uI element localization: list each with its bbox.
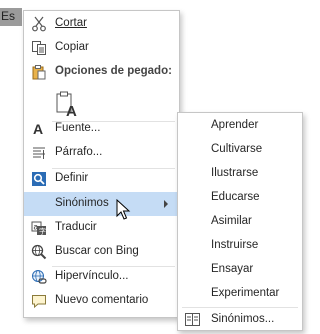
synonym-label: Experimentar (211, 287, 280, 299)
menu-item-label: Fuente... (55, 122, 101, 134)
font-icon: A (33, 121, 44, 137)
synonym-label: Ensayar (211, 263, 254, 275)
clipboard-icon (32, 65, 46, 80)
menu-item-search-bing[interactable]: Buscar con Bing (24, 240, 179, 264)
menu-item-label: Definir (55, 172, 89, 184)
synonym-item[interactable]: Ensayar (178, 258, 302, 282)
menu-item-label: Traducir (55, 221, 97, 233)
menu-item-label: Sinónimos (55, 197, 109, 209)
paste-options-title: Opciones de pegado: (55, 65, 172, 77)
menu-item-label: Nuevo comentario (55, 294, 149, 306)
synonyms-submenu: Aprender Cultivarse Ilustrarse Educarse … (177, 112, 303, 331)
menu-item-define[interactable]: Definir (24, 167, 179, 191)
synonym-label: Asimilar (211, 215, 252, 227)
copy-icon (32, 41, 46, 55)
link-icon (32, 270, 47, 284)
menu-item-label: Copiar (55, 41, 89, 53)
synonym-label: Instruirse (211, 239, 259, 251)
synonym-label: Educarse (211, 191, 260, 203)
menu-item-label: Párrafo... (55, 146, 103, 158)
synonym-item[interactable]: Asimilar (178, 210, 302, 234)
synonym-item[interactable]: Educarse (178, 186, 302, 210)
paste-options-header: Opciones de pegado: (24, 60, 179, 84)
synonym-label: Cultivarse (211, 143, 263, 155)
synonym-item[interactable]: Cultivarse (178, 138, 302, 162)
submenu-arrow-icon (164, 200, 168, 208)
menu-item-cut[interactable]: Cortar (24, 12, 179, 36)
define-icon (32, 172, 46, 186)
thesaurus-button[interactable]: Sinónimos... (178, 308, 302, 332)
selected-word: Es (1, 9, 16, 23)
menu-item-paragraph[interactable]: Párrafo... (24, 141, 179, 165)
menu-item-hyperlink[interactable]: Hipervínculo... (24, 265, 179, 289)
mouse-cursor-icon (116, 199, 131, 220)
synonym-item[interactable]: Experimentar (178, 282, 302, 306)
menu-item-label: Buscar con Bing (55, 245, 139, 257)
synonym-item[interactable]: Ilustrarse (178, 162, 302, 186)
paste-keep-text-only-button[interactable]: A (56, 91, 78, 120)
thesaurus-label: Sinónimos... (211, 313, 275, 325)
paragraph-icon (33, 147, 45, 159)
synonym-label: Aprender (211, 119, 259, 131)
menu-item-synonyms[interactable]: Sinónimos (24, 192, 179, 216)
thesaurus-icon (185, 313, 200, 326)
menu-item-copy[interactable]: Copiar (24, 36, 179, 60)
scissors-icon (32, 16, 46, 32)
menu-item-label: Hipervínculo... (55, 270, 129, 282)
menu-item-font[interactable]: A Fuente... (24, 117, 179, 141)
menu-item-new-comment[interactable]: Nuevo comentario (24, 289, 179, 313)
synonym-label: Ilustrarse (211, 167, 259, 179)
svg-text:字: 字 (39, 227, 46, 236)
menu-item-label: Cortar (55, 17, 87, 29)
search-globe-icon (31, 244, 47, 260)
translate-icon: a 字 (31, 221, 46, 236)
comment-icon (32, 295, 46, 309)
context-menu: Cortar Copiar Opciones de pegado: A A Fu… (23, 10, 180, 318)
menu-item-translate[interactable]: a 字 Traducir (24, 216, 179, 240)
synonym-item[interactable]: Instruirse (178, 234, 302, 258)
synonym-item[interactable]: Aprender (178, 114, 302, 138)
